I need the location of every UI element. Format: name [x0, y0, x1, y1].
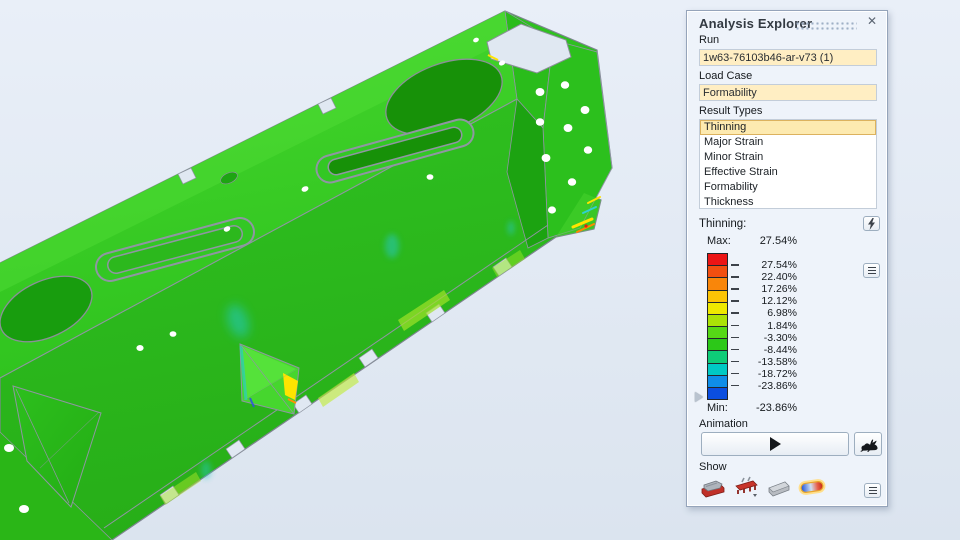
tick-value: -18.72% — [737, 368, 797, 380]
show-die-toggle[interactable] — [699, 474, 727, 500]
lightning-icon — [867, 218, 876, 230]
legend-range-pointer[interactable] — [695, 392, 703, 402]
legend-ticks: 27.54%22.40%17.26%12.12%6.98%1.84%-3.30%… — [687, 253, 797, 405]
result-type-item[interactable]: Thinning — [700, 120, 876, 135]
legend-tick: 22.40% — [687, 271, 797, 283]
load-case-label: Load Case — [699, 70, 752, 82]
legend-tick: -13.58% — [687, 356, 797, 368]
legend-tick: 1.84% — [687, 320, 797, 332]
load-case-field[interactable] — [699, 84, 877, 101]
result-types-list: ThinningMajor StrainMinor StrainEffectiv… — [699, 119, 877, 209]
legend-min-row: Min: -23.86% — [687, 402, 889, 414]
legend-max-row: Max: 27.54% — [687, 235, 889, 247]
rabbit-icon — [859, 437, 878, 452]
tick-value: 6.98% — [737, 307, 797, 319]
show-punch-toggle[interactable] — [765, 474, 793, 500]
legend-tick: -18.72% — [687, 368, 797, 380]
play-icon — [770, 437, 781, 451]
tick-value: -13.58% — [737, 356, 797, 368]
tick-value: 17.26% — [737, 283, 797, 295]
tick-value: -8.44% — [737, 344, 797, 356]
result-type-item[interactable]: Minor Strain — [700, 150, 876, 165]
legend-menu-button[interactable] — [863, 263, 880, 278]
drag-handle[interactable] — [795, 21, 857, 30]
blank-icon — [798, 475, 826, 499]
menu-icon — [868, 267, 876, 274]
legend-tick: 6.98% — [687, 307, 797, 319]
play-button[interactable] — [701, 432, 849, 456]
tick-value: 1.84% — [737, 320, 797, 332]
legend-tick: 17.26% — [687, 283, 797, 295]
max-label: Max: — [707, 235, 731, 247]
legend-tick: 12.12% — [687, 295, 797, 307]
show-blank-toggle[interactable] — [798, 474, 826, 500]
max-value: 27.54% — [737, 235, 797, 247]
legend-tick: -8.44% — [687, 344, 797, 356]
tick-value: -23.86% — [737, 380, 797, 392]
punch-icon — [766, 476, 792, 498]
legend-tick: 27.54% — [687, 259, 797, 271]
menu-icon — [869, 487, 877, 494]
legend-tick: -23.86% — [687, 380, 797, 392]
legend-tick: -3.30% — [687, 332, 797, 344]
animation-label: Animation — [699, 418, 748, 430]
result-type-item[interactable]: Formability — [700, 180, 876, 195]
legend-title: Thinning: — [699, 218, 746, 230]
auto-scale-button[interactable] — [863, 216, 880, 231]
die-icon — [700, 476, 726, 498]
tick-value: -3.30% — [737, 332, 797, 344]
tick-value: 27.54% — [737, 259, 797, 271]
result-type-item[interactable]: Major Strain — [700, 135, 876, 150]
min-label: Min: — [707, 402, 728, 414]
show-menu-button[interactable] — [864, 483, 881, 498]
run-field[interactable] — [699, 49, 877, 66]
run-label: Run — [699, 34, 719, 46]
binder-pins-icon — [733, 476, 759, 498]
result-types-label: Result Types — [699, 105, 762, 117]
min-value: -23.86% — [737, 402, 797, 414]
tick-value: 22.40% — [737, 271, 797, 283]
close-icon[interactable]: ✕ — [865, 14, 879, 28]
show-tools-row — [699, 474, 826, 500]
application-window: Analysis Explorer ✕ Run Load Case Result… — [0, 0, 960, 540]
animation-speed-button[interactable] — [854, 432, 882, 456]
show-binder-toggle[interactable] — [732, 474, 760, 500]
result-type-item[interactable]: Effective Strain — [700, 165, 876, 180]
show-label: Show — [699, 461, 727, 473]
analysis-explorer-panel: Analysis Explorer ✕ Run Load Case Result… — [686, 10, 888, 507]
result-type-item[interactable]: Thickness — [700, 195, 876, 209]
tick-value: 12.12% — [737, 295, 797, 307]
